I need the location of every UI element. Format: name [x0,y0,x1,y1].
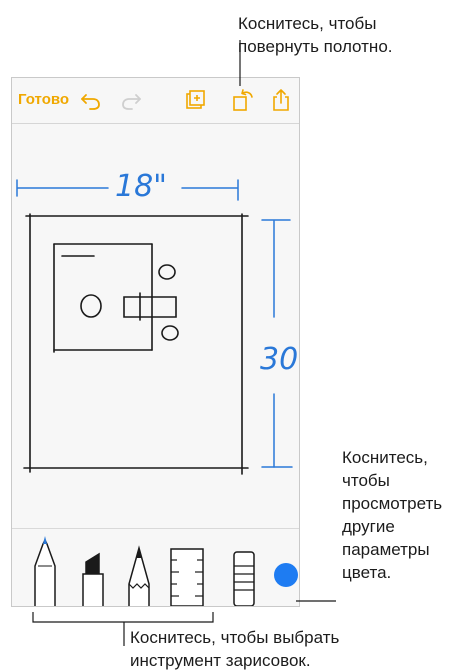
height-label: 30" [260,342,299,377]
share-icon[interactable] [268,87,294,113]
undo-icon[interactable] [78,87,104,113]
marker-tool-icon[interactable] [79,548,107,606]
rotate-canvas-icon[interactable] [230,87,256,113]
sketch-drawing: 18" 30" [16,169,312,475]
redo-icon[interactable] [118,87,144,113]
width-label: 18" [115,169,167,204]
eraser-tool-icon[interactable] [232,550,256,606]
pen-tool-icon[interactable] [32,536,58,606]
sketch-screen: Готово 18" 30 [11,77,312,607]
top-toolbar: Готово [12,78,299,124]
color-picker-button[interactable] [274,563,298,587]
callout-rotate-canvas: Коснитесь, чтобы повернуть полотно. [238,14,393,56]
done-button[interactable]: Готово [18,91,69,108]
furniture-sketch [23,213,249,475]
drawing-tools-bar [12,528,299,606]
callout-color-options: Коснитесь, чтобы просмотреть другие пара… [342,448,443,582]
ruler-tool-icon[interactable] [170,548,204,606]
callout-drawing-tools: Коснитесь, чтобы выбрать инструмент зари… [130,628,340,670]
add-page-icon[interactable] [182,87,208,113]
drawing-canvas[interactable]: 18" 30" [12,124,312,534]
pencil-tool-icon[interactable] [126,544,152,606]
